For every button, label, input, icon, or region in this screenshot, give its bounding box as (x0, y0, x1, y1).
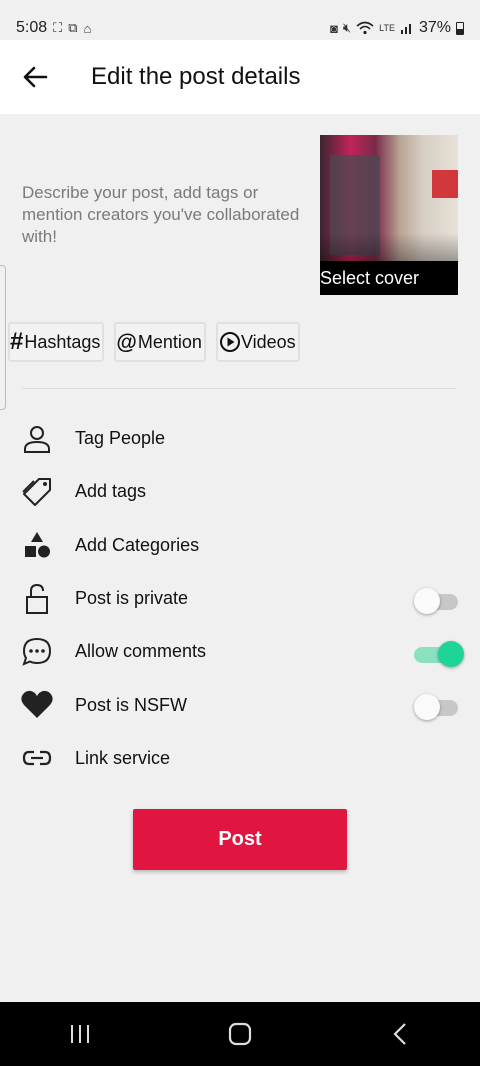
toggle-thumb (414, 587, 440, 614)
home-icon (228, 1022, 252, 1046)
hashtags-chip[interactable]: # Hashtags (8, 322, 105, 362)
post-options-list: Tag People Add tags Add Categories Post … (0, 412, 480, 785)
arrow-left-icon (23, 66, 48, 88)
page-title: Edit the post details (91, 63, 301, 90)
link-service-label: Link service (75, 747, 171, 768)
post-private-label: Post is private (75, 588, 189, 609)
add-tags-row[interactable]: Add tags (0, 465, 480, 518)
hashtags-chip-label: Hashtags (24, 331, 101, 352)
tag-people-row[interactable]: Tag People (0, 412, 480, 465)
recents-icon (71, 1025, 89, 1043)
allow-comments-label: Allow comments (75, 641, 207, 662)
tag-icon (20, 475, 54, 509)
toggle-thumb (438, 640, 464, 667)
home-app-icon: ⌂ (83, 20, 92, 36)
post-nsfw-row: Post is NSFW (0, 678, 480, 731)
volte-icon: LTE (379, 23, 395, 33)
status-time: 5:08 (16, 19, 48, 36)
add-tags-label: Add tags (75, 481, 147, 502)
post-nsfw-toggle[interactable] (414, 694, 458, 721)
recents-button[interactable] (50, 1002, 110, 1066)
heart-icon (20, 688, 54, 722)
at-icon: @ (116, 330, 137, 354)
play-circle-icon (219, 332, 240, 352)
mention-chip-label: Mention (137, 331, 202, 352)
battery-icon (456, 21, 464, 35)
insert-chips: # Hashtags @ Mention Videos (8, 322, 300, 362)
add-categories-row[interactable]: Add Categories (0, 519, 480, 572)
post-private-toggle[interactable] (414, 587, 458, 614)
post-nsfw-label: Post is NSFW (75, 694, 188, 715)
mention-chip[interactable]: @ Mention (114, 322, 206, 362)
app-bar: Edit the post details (0, 40, 480, 114)
description-input[interactable]: Describe your post, add tags or mention … (22, 182, 302, 248)
post-button[interactable]: Post (133, 809, 347, 870)
lock-open-icon (20, 582, 54, 616)
videos-chip[interactable]: Videos (215, 322, 300, 362)
link-service-row[interactable]: Link service (0, 732, 480, 785)
add-categories-label: Add Categories (75, 534, 200, 555)
tag-people-label: Tag People (75, 428, 166, 449)
toggle-thumb (414, 694, 440, 721)
shapes-icon (20, 528, 54, 562)
mute-icon: 🔇︎ (342, 20, 352, 35)
hash-icon: # (10, 328, 24, 355)
system-nav-bar (0, 1002, 480, 1066)
select-cover-label: Select cover (320, 261, 458, 295)
person-icon (20, 422, 54, 456)
select-cover-button[interactable]: Select cover (320, 135, 458, 295)
cover-thumbnail-detail (432, 170, 458, 198)
allow-comments-toggle[interactable] (414, 640, 464, 667)
system-back-button[interactable] (370, 1002, 430, 1066)
cover-thumbnail-shade (320, 233, 458, 263)
videos-chip-label: Videos (240, 331, 296, 352)
post-private-row: Post is private (0, 572, 480, 625)
comment-icon (20, 635, 54, 669)
signal-icon (400, 24, 411, 34)
scan-icon: ⧉ (68, 20, 78, 35)
screenshot-icon: ⛶ (53, 20, 63, 35)
allow-comments-row: Allow comments (0, 625, 480, 678)
side-panel-handle[interactable] (0, 265, 6, 410)
app-icon: ◙ (330, 20, 338, 36)
wifi-icon (356, 21, 374, 35)
battery-percent: 37% (418, 19, 451, 36)
home-button[interactable] (210, 1002, 270, 1066)
back-button[interactable] (0, 40, 70, 114)
back-icon (393, 1023, 406, 1045)
link-icon (20, 741, 54, 775)
divider (22, 388, 456, 389)
